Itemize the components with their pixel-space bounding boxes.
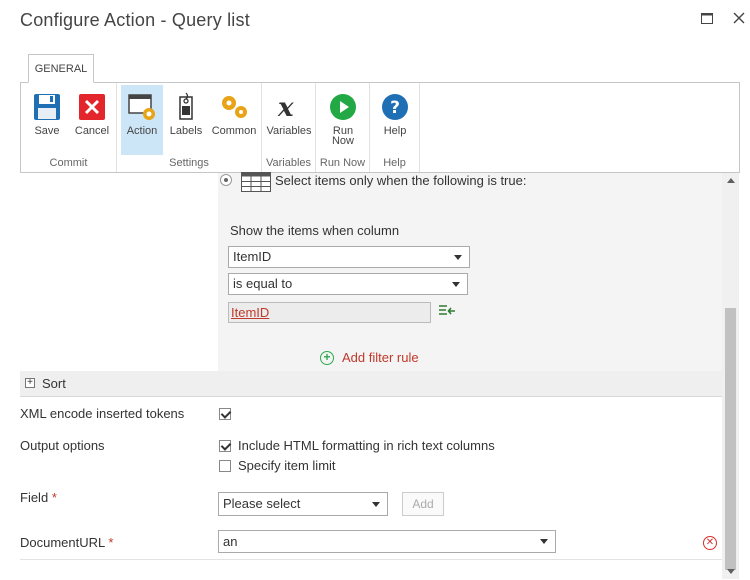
expand-plus-icon[interactable]: + (25, 378, 35, 388)
add-filter-rule-link[interactable]: + Add filter rule (320, 350, 419, 365)
window-title: Configure Action - Query list (20, 10, 250, 30)
chevron-down-icon (540, 539, 548, 544)
scroll-down-arrow-icon[interactable] (727, 569, 735, 574)
select-items-label: Select items only when the following is … (275, 173, 527, 188)
ribbon-group-help: ? Help Help (370, 83, 420, 172)
variables-button[interactable]: x Variables (265, 85, 313, 155)
run-now-button[interactable]: Run Now (321, 85, 365, 155)
divider (20, 559, 722, 560)
tab-general[interactable]: GENERAL (28, 54, 94, 83)
required-marker: * (108, 535, 114, 550)
ribbon-group-run-now: Run Now Run Now (316, 83, 370, 172)
common-label: Common (211, 125, 257, 137)
filter-value-field[interactable]: ItemID (228, 302, 431, 323)
ribbon-group-variables: x Variables Variables (262, 83, 316, 172)
remove-circle-icon[interactable]: ✕ (703, 536, 717, 550)
variable-x-icon: x (273, 91, 305, 123)
action-button[interactable]: Action (121, 85, 163, 155)
document-url-select[interactable]: an (218, 530, 556, 553)
common-button[interactable]: Common (209, 85, 259, 155)
field-label: Field * (20, 490, 57, 505)
save-label: Save (34, 125, 60, 137)
cancel-icon (76, 91, 108, 123)
sort-section-header[interactable]: + Sort (20, 371, 722, 397)
item-limit-checkbox[interactable] (219, 460, 231, 472)
ribbon-group-settings: Action Labels Common Settings (117, 83, 262, 172)
ribbon-group-commit: Save Cancel Commit (21, 83, 117, 172)
close-icon[interactable] (729, 8, 749, 28)
group-label-commit: Commit (49, 157, 88, 169)
add-field-button[interactable]: Add (402, 492, 444, 516)
operator-select[interactable]: is equal to (228, 273, 468, 295)
help-icon: ? (379, 91, 411, 123)
labels-label: Labels (169, 125, 203, 137)
scroll-up-arrow-icon[interactable] (727, 178, 735, 183)
action-label: Action (126, 125, 158, 137)
document-url-label: DocumentURL * (20, 535, 114, 550)
xml-encode-checkbox[interactable] (219, 408, 231, 420)
save-icon (31, 91, 63, 123)
svg-text:x: x (277, 93, 294, 122)
field-select-value: Please select (223, 496, 301, 511)
chevron-down-icon (452, 282, 460, 287)
xml-encode-label: XML encode inserted tokens (20, 406, 185, 421)
insert-reference-icon[interactable] (438, 304, 456, 318)
help-label: Help (383, 125, 407, 137)
column-select[interactable]: ItemID (228, 246, 470, 268)
cancel-button[interactable]: Cancel (71, 85, 113, 155)
add-circle-icon: + (320, 350, 334, 365)
chevron-down-icon (372, 502, 380, 507)
gears-icon (218, 91, 250, 123)
tag-icon (170, 91, 202, 123)
ribbon: Save Cancel Commit Action Labels Common … (20, 82, 740, 173)
chevron-down-icon (454, 255, 462, 260)
filter-panel (218, 173, 722, 371)
operator-select-value: is equal to (233, 276, 293, 291)
maximize-icon[interactable] (697, 8, 717, 28)
include-html-label: Include HTML formatting in rich text col… (238, 438, 495, 453)
show-items-label: Show the items when column (230, 223, 400, 238)
play-icon (327, 91, 359, 123)
scrollbar-thumb[interactable] (725, 308, 736, 570)
sort-label: Sort (42, 376, 66, 391)
item-limit-label: Specify item limit (238, 458, 336, 473)
add-filter-rule-label: Add filter rule (342, 350, 419, 365)
group-label-settings: Settings (169, 157, 209, 169)
include-html-checkbox[interactable] (219, 440, 231, 452)
required-marker: * (51, 490, 57, 505)
document-url-value: an (223, 534, 238, 549)
svg-text:?: ? (390, 98, 400, 118)
cancel-label: Cancel (74, 125, 110, 137)
output-options-label: Output options (20, 438, 105, 453)
action-icon (126, 91, 158, 123)
table-icon (241, 172, 271, 192)
column-select-value: ItemID (233, 249, 272, 264)
help-button[interactable]: ? Help (374, 85, 416, 155)
select-items-radio[interactable] (220, 174, 232, 186)
group-label-run-now: Run Now (319, 157, 366, 169)
field-select[interactable]: Please select (218, 492, 388, 516)
scrollbar[interactable] (722, 173, 739, 579)
labels-button[interactable]: Labels (165, 85, 207, 155)
run-now-label: Run Now (331, 125, 354, 147)
variables-label: Variables (266, 125, 312, 137)
save-button[interactable]: Save (27, 85, 67, 155)
group-label-help: Help (383, 157, 406, 169)
group-label-variables: Variables (265, 157, 312, 169)
